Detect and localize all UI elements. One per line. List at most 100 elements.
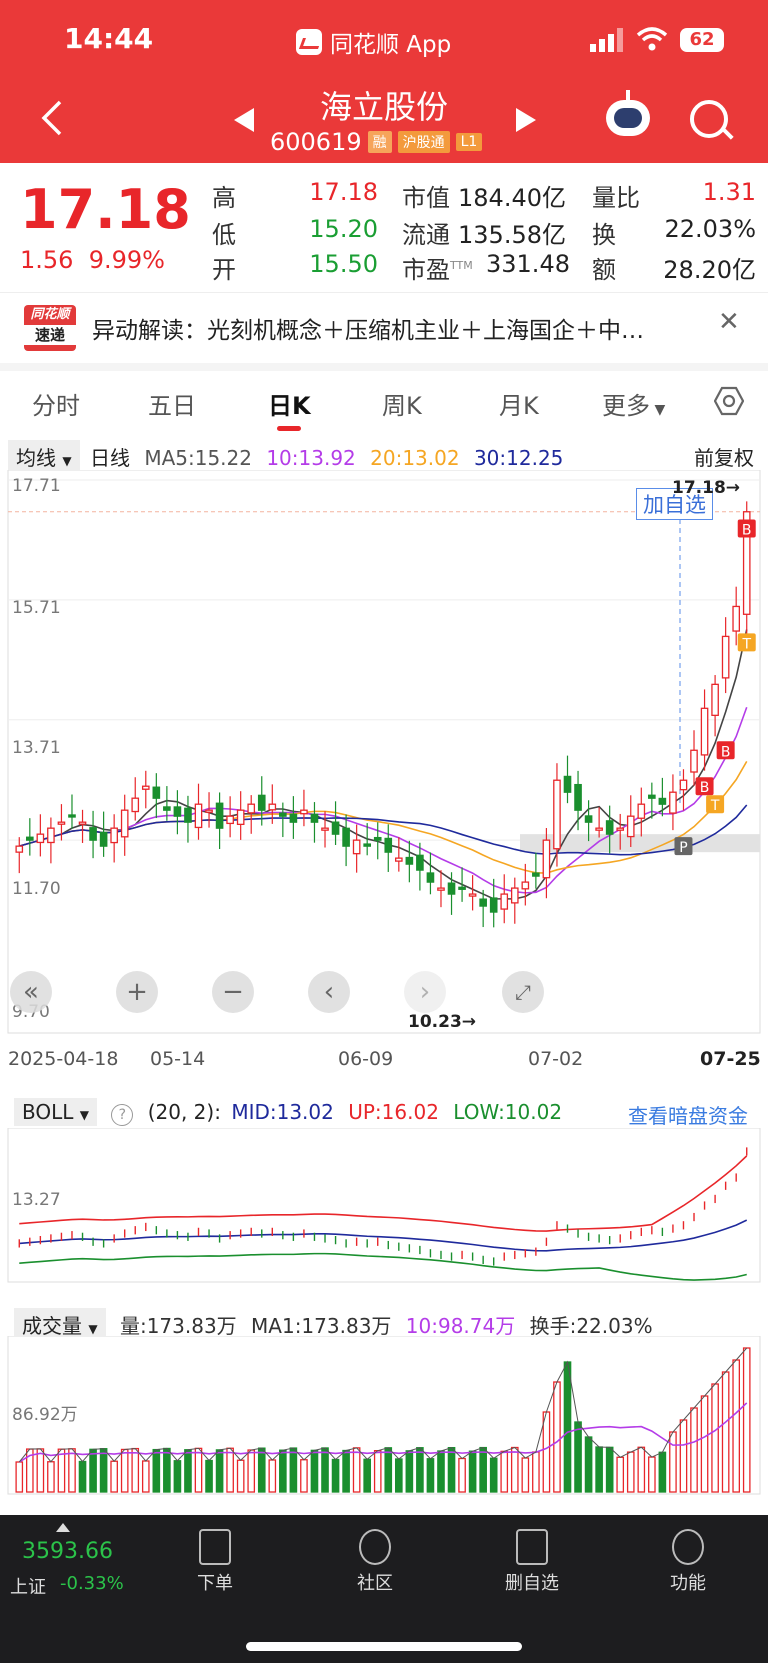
change-value: 1.56	[20, 246, 74, 274]
candle-body	[711, 683, 719, 716]
volume-bar	[89, 1448, 97, 1493]
candle-body	[437, 887, 445, 891]
period-tabs: 分时 五日 日K 周K 月K 更多 ▼	[0, 372, 768, 434]
candle-body	[141, 785, 150, 790]
wifi-icon	[636, 27, 668, 51]
volume-bar	[279, 1449, 287, 1493]
boll-mid: MID:13.02	[231, 1100, 334, 1124]
signal-marker-text: B	[700, 780, 710, 796]
functions-menu-icon	[672, 1529, 704, 1565]
volume-bar	[700, 1395, 709, 1493]
volume-bar	[669, 1431, 677, 1493]
volume-bar	[542, 1411, 551, 1493]
tag-level: L1	[455, 133, 483, 151]
news-banner[interactable]: 同花顺 速递 异动解读：光刻机概念＋压缩机主业＋上海国企＋中… ✕	[0, 292, 768, 371]
nav-remove-watch[interactable]: 删自选	[492, 1529, 572, 1595]
volume-bar	[236, 1459, 245, 1493]
high-marker-text: 17.18	[672, 478, 726, 498]
volume-bar	[15, 1461, 24, 1493]
search-icon[interactable]	[690, 100, 728, 138]
candle-body	[15, 845, 24, 853]
expand-up-icon[interactable]	[56, 1523, 70, 1532]
tab-five-day[interactable]: 五日	[148, 386, 196, 421]
tab-daily-k[interactable]: 日K	[268, 386, 311, 421]
candle-body	[289, 813, 298, 823]
assistant-robot-icon[interactable]	[606, 90, 650, 136]
volume-bar	[373, 1450, 382, 1493]
fullscreen-button[interactable]: ⤢	[502, 971, 544, 1013]
next-stock-icon[interactable]	[516, 108, 536, 132]
candle-body	[468, 893, 477, 897]
gear-icon[interactable]	[714, 386, 744, 416]
boll-dropdown[interactable]: BOLL ▼	[14, 1098, 97, 1126]
volume-bar	[78, 1460, 87, 1493]
boll-chart[interactable]	[0, 1128, 768, 1284]
candle-body	[99, 831, 108, 847]
bottom-navigation: 3593.66 上证 -0.33% 下单 社区 删自选 功能	[0, 1515, 768, 1663]
candle-body	[669, 791, 677, 814]
scroll-left-fast-button[interactable]: «	[10, 971, 52, 1013]
candle-body	[36, 833, 45, 844]
close-icon[interactable]: ✕	[718, 307, 740, 337]
candle-body	[574, 783, 582, 811]
nav-order-label: 下单	[197, 1573, 233, 1594]
nav-functions-label: 功能	[670, 1573, 706, 1594]
candle-body	[152, 786, 161, 799]
nav-order[interactable]: 下单	[175, 1529, 255, 1595]
quote-label-low: 低	[212, 221, 236, 249]
quote-value-turnover: 22.03%	[664, 215, 756, 243]
kline-chart[interactable]: BTBBTP	[0, 470, 768, 1045]
stock-name: 海立股份	[319, 88, 448, 126]
remove-watch-icon	[516, 1529, 548, 1565]
volume-bar	[384, 1447, 393, 1493]
dark-pool-link[interactable]: 查看暗盘资金	[628, 1100, 748, 1129]
status-app-name[interactable]: 同花顺 App	[296, 25, 451, 59]
boll-params: (20, 2):	[147, 1100, 221, 1124]
index-value[interactable]: 3593.66	[22, 1539, 113, 1564]
zoom-out-button[interactable]: −	[212, 971, 254, 1013]
date-label-1: 2025-04-18	[8, 1048, 119, 1070]
news-text: 异动解读：光刻机概念＋压缩机主业＋上海国企＋中…	[92, 318, 644, 344]
y-label-4: 11.70	[12, 879, 61, 899]
chevron-down-icon: ▼	[88, 1322, 98, 1336]
date-label-4: 07-02	[528, 1048, 584, 1070]
candle-body	[405, 856, 414, 865]
candle-body	[395, 857, 403, 862]
order-document-icon	[199, 1529, 231, 1565]
quote-label-amount: 额	[592, 256, 616, 284]
candle-body	[384, 837, 393, 853]
chevron-down-icon: ▼	[650, 402, 666, 418]
y-label-2: 15.71	[12, 598, 61, 618]
tab-more[interactable]: 更多 ▼	[602, 386, 665, 421]
volume-bar	[405, 1450, 414, 1493]
scroll-right-button[interactable]: ›	[404, 971, 446, 1013]
zoom-in-button[interactable]: +	[116, 971, 158, 1013]
boll-dropdown-label: BOLL	[22, 1100, 74, 1124]
tab-intraday[interactable]: 分时	[32, 386, 80, 421]
ma-dropdown[interactable]: 均线 ▼	[8, 440, 80, 473]
quote-value-amount: 28.20亿	[663, 256, 756, 284]
volume-bar	[205, 1459, 213, 1493]
volume-bar	[57, 1448, 66, 1493]
volume-bar	[648, 1456, 656, 1493]
volume-bar	[352, 1447, 361, 1493]
pe-label-text: 市盈	[402, 256, 450, 284]
nav-functions[interactable]: 功能	[648, 1529, 728, 1595]
date-label-2: 05-14	[150, 1048, 206, 1070]
adjust-mode[interactable]: 前复权	[694, 442, 754, 471]
tab-monthly-k[interactable]: 月K	[499, 386, 539, 421]
tab-weekly-k[interactable]: 周K	[382, 386, 422, 421]
volume-bar	[679, 1419, 688, 1493]
volume-bar	[152, 1448, 161, 1493]
nav-community[interactable]: 社区	[335, 1529, 415, 1595]
candle-body	[226, 815, 234, 825]
scroll-left-button[interactable]: ‹	[308, 971, 350, 1013]
volume-bar	[563, 1361, 572, 1493]
volume-bar	[521, 1457, 530, 1493]
volume-chart[interactable]	[0, 1336, 768, 1496]
help-icon[interactable]: ?	[111, 1104, 134, 1126]
candle-body	[194, 803, 203, 829]
volume-ma1: MA1:173.83万	[251, 1314, 392, 1338]
volume-bar	[395, 1458, 403, 1493]
volume-turnover: 换手:22.03%	[529, 1314, 653, 1338]
